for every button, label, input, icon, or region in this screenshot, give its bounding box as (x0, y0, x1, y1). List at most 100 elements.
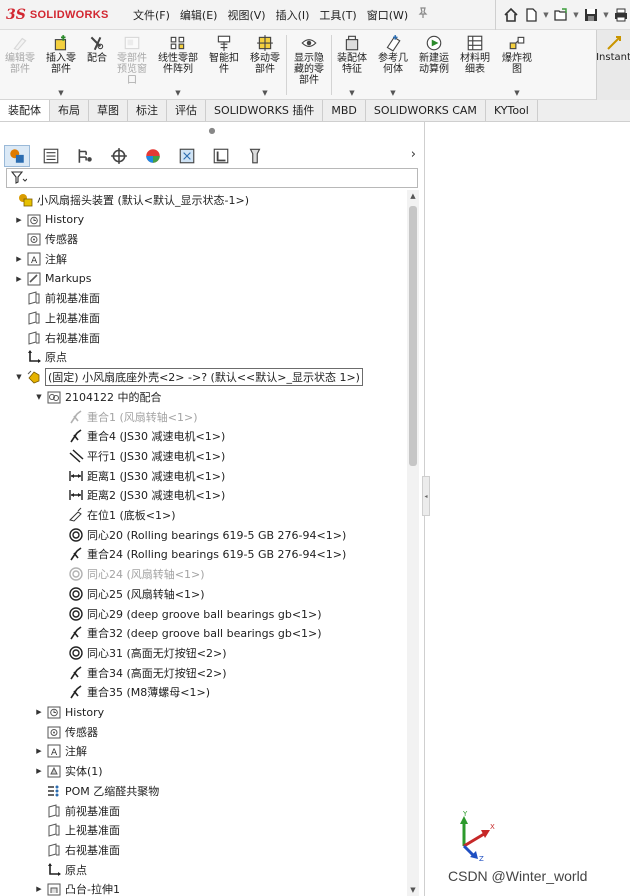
menu-insert[interactable]: 插入(I) (271, 7, 315, 23)
tab-4[interactable]: 标注 (128, 100, 167, 121)
property-manager-icon[interactable] (38, 145, 64, 167)
tree-item[interactable]: 小风扇摇头装置 (默认<默认_显示状态-1>) (6, 190, 404, 210)
menu-tools[interactable]: 工具(T) (314, 7, 361, 23)
ribbon-button-insert-component[interactable]: 插入零 部件 ▼ (40, 30, 82, 100)
ribbon-button-edit-component[interactable]: 编辑零 部件 (0, 30, 40, 100)
menu-file[interactable]: 文件(F) (128, 7, 175, 23)
tree-item[interactable]: 前视基准面 (6, 289, 404, 309)
tree-item[interactable]: ▶ 实体(1) (6, 761, 404, 781)
tab-2[interactable]: 布局 (50, 100, 89, 121)
scroll-thumb[interactable] (409, 206, 417, 466)
pin-icon[interactable] (415, 7, 431, 22)
open-folder-icon[interactable] (552, 6, 570, 24)
tree-item[interactable]: 右视基准面 (6, 840, 404, 860)
tree-item[interactable]: 重合24 (Rolling bearings 619-5 GB 276-94<1… (6, 545, 404, 565)
tree-item[interactable]: 右视基准面 (6, 328, 404, 348)
print-icon[interactable] (612, 6, 630, 24)
cam-feature-icon[interactable] (174, 145, 200, 167)
dimxpert-icon[interactable] (106, 145, 132, 167)
tab-1[interactable]: 装配体 (0, 100, 50, 121)
expand-arrow-icon[interactable]: ▶ (14, 255, 24, 263)
collapse-arrow-icon[interactable]: ▼ (14, 373, 24, 381)
dropdown-arrow-icon[interactable]: ▼ (58, 89, 63, 97)
ribbon-button-linear-pattern[interactable]: 线性零部 件阵列 ▼ (152, 30, 204, 100)
configuration-manager-icon[interactable] (72, 145, 98, 167)
tree-item[interactable]: 距离2 (JS30 减速电机<1>) (6, 486, 404, 506)
tree-item[interactable]: 同心24 (风扇转轴<1>) (6, 564, 404, 584)
collapse-arrow-icon[interactable]: ▼ (34, 393, 44, 401)
tree-item[interactable]: ▶ Markups (6, 269, 404, 289)
new-document-icon[interactable] (522, 6, 540, 24)
ribbon-button-smart-fastener[interactable]: 智能扣 件 (204, 30, 244, 100)
dropdown-arrow-icon[interactable]: ▼ (349, 89, 354, 97)
expand-arrow-icon[interactable]: ▶ (34, 885, 44, 893)
menu-edit[interactable]: 编辑(E) (175, 7, 223, 23)
ribbon-button-motion-study[interactable]: 新建运 动算例 (414, 30, 454, 100)
ribbon-button-assembly-feature[interactable]: 装配体 特征 ▼ (332, 30, 372, 100)
save-dropdown-icon[interactable]: ▼ (602, 11, 610, 19)
tree-item[interactable]: ▶ History (6, 702, 404, 722)
panel-collapse-handle[interactable]: ◂ (422, 476, 430, 516)
menu-view[interactable]: 视图(V) (222, 7, 270, 23)
tree-item[interactable]: ▼ (固定) 小风扇底座外壳<2> ->? (默认<<默认>_显示状态 1>) (6, 367, 404, 387)
scroll-down-icon[interactable]: ▼ (407, 886, 419, 894)
dropdown-arrow-icon[interactable]: ▼ (175, 89, 180, 97)
menu-window[interactable]: 窗口(W) (362, 7, 413, 23)
chevron-right-icon[interactable]: › (411, 147, 416, 162)
tree-item[interactable]: 同心25 (风扇转轴<1>) (6, 584, 404, 604)
tree-item[interactable]: 原点 (6, 348, 404, 368)
dropdown-arrow-icon[interactable]: ▼ (262, 89, 267, 97)
expand-arrow-icon[interactable]: ▶ (34, 747, 44, 755)
tree-item[interactable]: 同心20 (Rolling bearings 619-5 GB 276-94<1… (6, 525, 404, 545)
tree-item[interactable]: 同心29 (deep groove ball bearings gb<1>) (6, 604, 404, 624)
ribbon-button-mate[interactable]: 配合 (82, 30, 112, 100)
display-manager-icon[interactable] (140, 145, 166, 167)
tree-item[interactable]: ▶ History (6, 210, 404, 230)
tree-item[interactable]: 上视基准面 (6, 820, 404, 840)
tab-8[interactable]: SOLIDWORKS CAM (366, 100, 486, 121)
solidworks-logo[interactable]: 3S SOLIDWORKS (0, 7, 128, 23)
home-icon[interactable] (502, 6, 520, 24)
cam-operation-icon[interactable] (208, 145, 234, 167)
tab-3[interactable]: 草图 (89, 100, 128, 121)
expand-arrow-icon[interactable]: ▶ (14, 216, 24, 224)
tab-5[interactable]: 评估 (167, 100, 206, 121)
expand-arrow-icon[interactable]: ▶ (34, 767, 44, 775)
ribbon-button-show-hidden[interactable]: 显示隐 藏的零 部件 (287, 30, 331, 100)
expand-arrow-icon[interactable]: ▶ (14, 275, 24, 283)
dropdown-arrow-icon[interactable]: ▼ (514, 89, 519, 97)
tree-item[interactable]: 重合32 (deep groove ball bearings gb<1>) (6, 623, 404, 643)
tree-item[interactable]: 传感器 (6, 722, 404, 742)
tree-item[interactable]: 重合1 (风扇转轴<1>) (6, 407, 404, 427)
tree-item[interactable]: 在位1 (底板<1>) (6, 505, 404, 525)
tree-item[interactable]: 重合34 (高面无灯按钮<2>) (6, 663, 404, 683)
tree-item[interactable]: POM 乙缩醛共聚物 (6, 781, 404, 801)
instant3d-button[interactable]: Instant (596, 30, 630, 100)
ribbon-button-bom[interactable]: 材料明 细表 (454, 30, 496, 100)
tree-item[interactable]: 平行1 (JS30 减速电机<1>) (6, 446, 404, 466)
tab-6[interactable]: SOLIDWORKS 插件 (206, 100, 324, 121)
ribbon-button-preview-window[interactable]: 零部件 预览窗 口 (112, 30, 152, 100)
ribbon-button-reference-geometry[interactable]: 参考几 何体 ▼ (372, 30, 414, 100)
ribbon-button-exploded-view[interactable]: 爆炸视 图 ▼ (496, 30, 538, 100)
dropdown-arrow-icon[interactable]: ▼ (390, 89, 395, 97)
tree-item[interactable]: ▶ 凸台-拉伸1 (6, 880, 404, 896)
feature-manager-icon[interactable] (4, 145, 30, 167)
tree-filter-bar[interactable] (6, 168, 418, 188)
tree-item[interactable]: ▶ A 注解 (6, 249, 404, 269)
tree-item[interactable]: 重合4 (JS30 减速电机<1>) (6, 426, 404, 446)
tree-item[interactable]: 重合35 (M8薄螺母<1>) (6, 683, 404, 703)
open-dropdown-icon[interactable]: ▼ (572, 11, 580, 19)
tree-item[interactable]: 前视基准面 (6, 801, 404, 821)
tab-7[interactable]: MBD (323, 100, 366, 121)
ribbon-button-move-component[interactable]: 移动零 部件 ▼ (244, 30, 286, 100)
expand-arrow-icon[interactable]: ▶ (34, 708, 44, 716)
tree-item[interactable]: 传感器 (6, 229, 404, 249)
tree-item[interactable]: ▶ A 注解 (6, 742, 404, 762)
tree-item[interactable]: 同心31 (高面无灯按钮<2>) (6, 643, 404, 663)
tree-item[interactable]: ▼ 2104122 中的配合 (6, 387, 404, 407)
scroll-up-icon[interactable]: ▲ (407, 192, 419, 200)
tree-item[interactable]: 上视基准面 (6, 308, 404, 328)
tree-item[interactable]: 距离1 (JS30 减速电机<1>) (6, 466, 404, 486)
save-icon[interactable] (582, 6, 600, 24)
